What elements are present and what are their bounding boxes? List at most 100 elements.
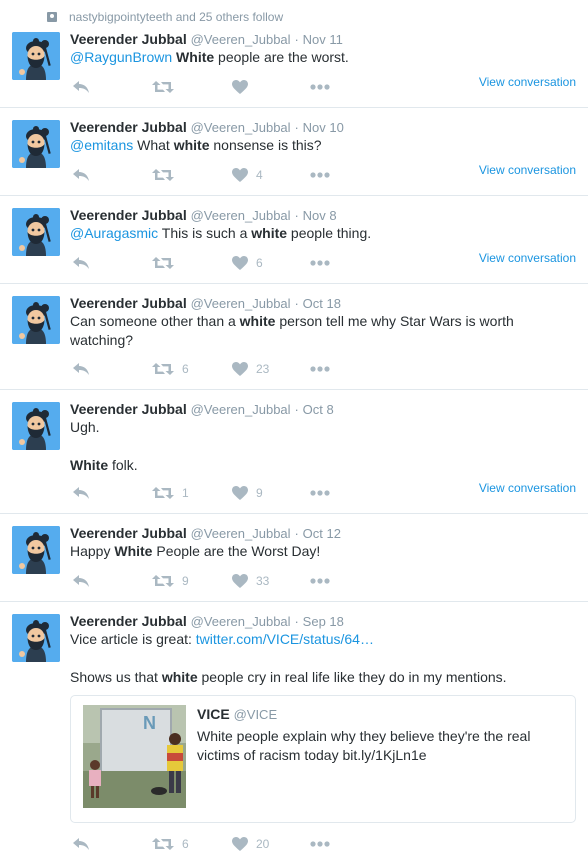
mention-link[interactable]: @RaygunBrown bbox=[70, 49, 172, 65]
tweet-link[interactable]: twitter.com/VICE/status/64… bbox=[196, 631, 374, 647]
user-handle[interactable]: @Veeren_Jubbal bbox=[191, 208, 291, 223]
like-count: 9 bbox=[256, 486, 263, 500]
reply-icon[interactable] bbox=[72, 360, 90, 378]
avatar[interactable] bbox=[12, 208, 60, 256]
separator-dot: · bbox=[294, 614, 299, 629]
retweet-icon[interactable]: 6 bbox=[152, 835, 189, 853]
tweet-time[interactable]: Nov 11 bbox=[303, 32, 343, 47]
view-conversation-link[interactable]: View conversation bbox=[479, 161, 576, 179]
highlight-term: white bbox=[239, 313, 276, 329]
view-conversation-link[interactable]: View conversation bbox=[479, 479, 576, 497]
view-conversation-link[interactable]: View conversation bbox=[479, 249, 576, 267]
highlight-term: White bbox=[176, 49, 215, 65]
avatar[interactable] bbox=[12, 614, 60, 662]
mention-link[interactable]: @Auragasmic bbox=[70, 225, 158, 241]
like-icon[interactable]: 9 bbox=[232, 484, 263, 502]
tweet[interactable]: Veerender Jubbal @Veeren_Jubbal · Sep 18… bbox=[0, 602, 588, 866]
reply-icon[interactable] bbox=[72, 166, 90, 184]
avatar[interactable] bbox=[12, 402, 60, 450]
tweet[interactable]: Veerender Jubbal @Veeren_Jubbal · Nov 11… bbox=[0, 28, 588, 108]
card-text: White people explain why they believe th… bbox=[197, 728, 531, 763]
tweet[interactable]: Veerender Jubbal @Veeren_Jubbal · Oct 18… bbox=[0, 284, 588, 390]
retweet-icon[interactable] bbox=[152, 254, 174, 272]
avatar-illustration bbox=[12, 32, 60, 80]
avatar[interactable] bbox=[12, 526, 60, 574]
retweet-icon[interactable]: 6 bbox=[152, 360, 189, 378]
tweet[interactable]: Veerender Jubbal @Veeren_Jubbal · Nov 8 … bbox=[0, 196, 588, 284]
retweet-icon[interactable]: 1 bbox=[152, 484, 189, 502]
user-name[interactable]: Veerender Jubbal bbox=[70, 401, 187, 417]
tweet[interactable]: Veerender Jubbal @Veeren_Jubbal · Oct 8 … bbox=[0, 390, 588, 514]
tweet[interactable]: Veerender Jubbal @Veeren_Jubbal · Nov 10… bbox=[0, 108, 588, 196]
view-conversation-link[interactable]: View conversation bbox=[479, 73, 576, 91]
tweet-time[interactable]: Oct 18 bbox=[303, 296, 341, 311]
like-icon[interactable]: 6 bbox=[232, 254, 263, 272]
user-handle[interactable]: @Veeren_Jubbal bbox=[191, 32, 291, 47]
like-icon[interactable]: 20 bbox=[232, 835, 269, 853]
tweet-text: @emitans What white nonsense is this? bbox=[70, 136, 576, 155]
tweet-text: @RaygunBrown White people are the worst. bbox=[70, 48, 576, 67]
more-icon[interactable] bbox=[310, 835, 330, 853]
user-name[interactable]: Veerender Jubbal bbox=[70, 207, 187, 223]
card-thumbnail[interactable]: N bbox=[83, 705, 186, 808]
reply-icon[interactable] bbox=[72, 484, 90, 502]
tweet-time[interactable]: Nov 8 bbox=[303, 208, 337, 223]
more-icon[interactable] bbox=[310, 484, 330, 502]
avatar-illustration bbox=[12, 296, 60, 344]
tweet-text-pre: This is such a bbox=[158, 225, 252, 241]
avatar-illustration bbox=[12, 614, 60, 662]
user-name[interactable]: Veerender Jubbal bbox=[70, 525, 187, 541]
tweet-time[interactable]: Oct 12 bbox=[303, 526, 341, 541]
tweet-time[interactable]: Oct 8 bbox=[303, 402, 334, 417]
more-icon[interactable] bbox=[310, 78, 330, 96]
avatar-illustration bbox=[12, 402, 60, 450]
highlight-term: white bbox=[251, 225, 288, 241]
tweet-text-pre: Vice article is great: bbox=[70, 631, 196, 647]
more-icon[interactable] bbox=[310, 572, 330, 590]
user-handle[interactable]: @Veeren_Jubbal bbox=[191, 402, 291, 417]
person-icon bbox=[47, 12, 57, 22]
more-icon[interactable] bbox=[310, 254, 330, 272]
user-name[interactable]: Veerender Jubbal bbox=[70, 31, 187, 47]
user-name[interactable]: Veerender Jubbal bbox=[70, 613, 187, 629]
user-handle[interactable]: @Veeren_Jubbal bbox=[191, 526, 291, 541]
like-icon[interactable]: 23 bbox=[232, 360, 269, 378]
tweet-text-pre: Happy bbox=[70, 543, 115, 559]
user-handle[interactable]: @Veeren_Jubbal bbox=[191, 614, 291, 629]
retweet-count: 6 bbox=[182, 837, 189, 851]
avatar[interactable] bbox=[12, 120, 60, 168]
user-name[interactable]: Veerender Jubbal bbox=[70, 295, 187, 311]
avatar[interactable] bbox=[12, 296, 60, 344]
mention-link[interactable]: @emitans bbox=[70, 137, 133, 153]
like-icon[interactable] bbox=[232, 78, 248, 96]
user-handle[interactable]: @Veeren_Jubbal bbox=[191, 296, 291, 311]
retweet-count: 1 bbox=[182, 486, 189, 500]
quoted-tweet-card[interactable]: N VICE @VICE White people explain why th… bbox=[70, 695, 576, 823]
card-author-name[interactable]: VICE bbox=[197, 706, 230, 722]
user-handle[interactable]: @Veeren_Jubbal bbox=[191, 120, 291, 135]
like-icon[interactable]: 4 bbox=[232, 166, 263, 184]
reply-icon[interactable] bbox=[72, 254, 90, 272]
tweet[interactable]: Veerender Jubbal @Veeren_Jubbal · Oct 12… bbox=[0, 514, 588, 602]
tweet-text-rest: people are the worst. bbox=[214, 49, 349, 65]
card-author-handle[interactable]: @VICE bbox=[234, 707, 278, 722]
avatar[interactable] bbox=[12, 32, 60, 80]
retweet-icon[interactable] bbox=[152, 78, 174, 96]
reply-icon[interactable] bbox=[72, 572, 90, 590]
tweet-text-rest: People are the Worst Day! bbox=[152, 543, 321, 559]
separator-dot: · bbox=[294, 208, 299, 223]
tweet-time[interactable]: Sep 18 bbox=[303, 614, 344, 629]
tweet-time[interactable]: Nov 10 bbox=[303, 120, 344, 135]
more-icon[interactable] bbox=[310, 166, 330, 184]
tweet-text: Happy White People are the Worst Day! bbox=[70, 542, 576, 561]
separator-dot: · bbox=[294, 296, 299, 311]
like-icon[interactable]: 33 bbox=[232, 572, 269, 590]
retweet-icon[interactable]: 9 bbox=[152, 572, 189, 590]
avatar-illustration bbox=[12, 208, 60, 256]
retweet-icon[interactable] bbox=[152, 166, 174, 184]
tweet-text-rest: people cry in real life like they do in … bbox=[197, 669, 507, 685]
user-name[interactable]: Veerender Jubbal bbox=[70, 119, 187, 135]
reply-icon[interactable] bbox=[72, 835, 90, 853]
reply-icon[interactable] bbox=[72, 78, 90, 96]
more-icon[interactable] bbox=[310, 360, 330, 378]
